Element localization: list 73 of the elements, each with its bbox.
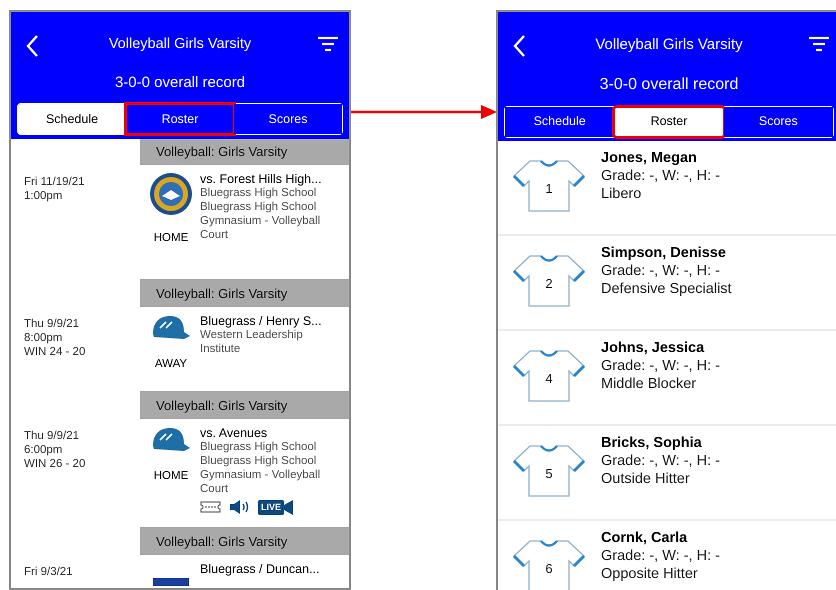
roster-row[interactable]: 5 Bricks, Sophia Grade: -, W: -, H: - Outside Hitter <box>498 426 836 521</box>
player-stats: Grade: -, W: -, H: - <box>601 262 721 280</box>
filter-icon[interactable] <box>808 36 830 52</box>
player-name: Simpson, Denisse <box>601 244 727 262</box>
event-date-text: 6:00pm <box>24 443 64 457</box>
player-name: Jones, Megan <box>601 149 698 167</box>
event-location: Bluegrass High School Gymnasium - Volleyball Court <box>200 200 322 242</box>
event-location: Bluegrass High School <box>200 186 318 200</box>
venue-label: HOME <box>154 231 188 246</box>
record-text: 3-0-0 overall record <box>114 72 246 93</box>
tab[interactable]: Scores <box>724 106 833 136</box>
jersey-number: 6 <box>544 560 554 578</box>
section-header: Volleyball: Girls Varsity <box>140 139 349 165</box>
event-date-text: 8:00pm <box>24 331 64 345</box>
screen-title: Volleyball Girls Varsity <box>595 35 743 55</box>
event-location: Bluegrass High School Gymnasium - Volleyball Court <box>200 454 322 496</box>
player-position: Middle Blocker <box>601 375 698 393</box>
player-position: Opposite Hitter <box>601 565 699 583</box>
event-date-text: Thu 9/9/21 <box>24 317 80 331</box>
section-header: Volleyball: Girls Varsity <box>140 529 349 555</box>
seal-logo-icon <box>149 172 193 216</box>
event-date-text: Fri 11/19/21 <box>24 175 86 189</box>
jersey-icon <box>512 160 586 212</box>
tab[interactable]: Roster <box>126 104 234 134</box>
event-date-text: Thu 9/9/21 <box>24 429 80 443</box>
back-icon[interactable] <box>512 34 526 58</box>
venue-label: HOME <box>154 469 188 484</box>
player-name: Bricks, Sophia <box>601 434 703 452</box>
jersey-number: 2 <box>544 275 554 293</box>
event-date-text: WIN 26 - 20 <box>24 457 86 471</box>
screen-title: Volleyball Girls Varsity <box>108 35 252 54</box>
speaker-icon[interactable] <box>229 499 250 515</box>
event-title: Bluegrass / Duncan... <box>200 562 320 576</box>
player-name: Johns, Jessica <box>601 339 706 357</box>
roster-row[interactable]: 6 Cornk, Carla Grade: -, W: -, H: - Opposite Hitter <box>498 521 836 590</box>
logo-icon <box>153 576 189 586</box>
player-stats: Grade: -, W: -, H: - <box>601 452 720 470</box>
jersey-number: 5 <box>544 465 554 483</box>
record-text: 3-0-0 overall record <box>600 74 738 94</box>
roster-row[interactable]: 4 Johns, Jessica Grade: -, W: -, H: - Middle Blocker <box>498 331 836 426</box>
jersey-icon <box>512 350 586 402</box>
event-date-text: Fri 9/3/21 <box>24 565 74 579</box>
player-stats: Grade: -, W: -, H: - <box>601 357 720 375</box>
event-title: vs. Avenues <box>200 426 268 440</box>
roster-row[interactable]: 1 Jones, Megan Grade: -, W: -, H: - Libero <box>498 141 836 236</box>
event-date-text: 1:00pm <box>24 189 64 203</box>
player-name: Cornk, Carla <box>601 529 688 547</box>
filter-icon[interactable] <box>317 36 339 52</box>
section-header: Volleyball: Girls Varsity <box>140 393 349 419</box>
tab[interactable]: Schedule <box>18 104 126 134</box>
tab[interactable]: Scores <box>234 104 342 134</box>
jersey-number: 4 <box>544 370 554 388</box>
tab[interactable]: Roster <box>614 106 724 136</box>
event-title: vs. Forest Hills High... <box>200 172 323 186</box>
player-position: Libero <box>601 185 642 203</box>
event-date-text: WIN 24 - 20 <box>24 345 86 359</box>
player-stats: Grade: -, W: -, H: - <box>601 167 720 185</box>
venue-label: AWAY <box>154 357 188 372</box>
player-position: Outside Hitter <box>601 470 691 488</box>
section-header: Volleyball: Girls Varsity <box>140 281 349 307</box>
ticket-icon[interactable] <box>200 501 221 513</box>
event-location: Bluegrass High School <box>200 440 318 454</box>
roster-row[interactable]: 2 Simpson, Denisse Grade: -, W: -, H: - Defensive Specialist <box>498 236 836 331</box>
cap-logo-icon <box>150 314 192 342</box>
jersey-icon <box>512 445 586 497</box>
event-title: Bluegrass / Henry S... <box>200 314 323 328</box>
event-location: Western Leadership Institute <box>200 328 304 356</box>
back-icon[interactable] <box>25 34 39 58</box>
cap-logo-icon <box>150 426 192 454</box>
player-position: Defensive Specialist <box>601 280 732 298</box>
player-stats: Grade: -, W: -, H: - <box>601 547 720 565</box>
jersey-icon <box>512 255 586 307</box>
jersey-number: 1 <box>544 180 554 198</box>
